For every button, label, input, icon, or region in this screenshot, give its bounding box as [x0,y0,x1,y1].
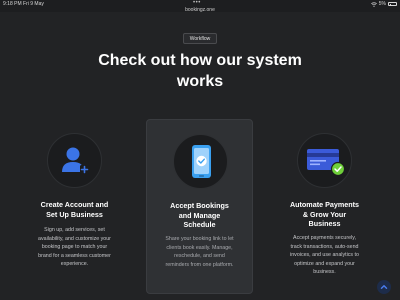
card-title-line: Accept Bookings [170,201,229,210]
user-add-icon [62,147,89,174]
card-title-line: Schedule [183,220,216,229]
battery-icon [388,2,397,6]
card-desc-line: Sign up, add services, set [44,227,105,233]
card-desc-line: track transactions, auto-send [290,243,359,250]
card-title: Accept Bookings and Manage Schedule [151,201,248,230]
wifi-icon [370,1,377,7]
card-desc-line: invoices, and use analytics to [290,252,359,259]
card-desc-line: experience. [60,261,89,268]
card-desc-line: optimize and expand your [294,260,355,267]
card-description: Accept payments securely, track transact… [277,234,372,277]
address-bar-url[interactable]: bookingz.one [0,7,400,13]
chevron-up-icon [380,285,388,289]
section-headline: Check out how our system works [90,50,310,92]
card-title: Automate Payments & Grow Your Business [275,200,374,229]
tab-overflow-dots-icon[interactable]: ••• [193,0,201,6]
card-desc-line: business. [313,269,336,276]
card-desc-line: reminders from one platform. [165,261,234,268]
card-desc-line: booking page to match your [41,244,108,251]
card-desc-line: brand for a seamless customer [38,252,111,259]
card-desc-line: clients book easily. Manage, [166,244,233,251]
scroll-to-top-button[interactable] [377,280,391,294]
card-desc-line: availability, and customize your [38,235,111,242]
card-title-line: Business [308,219,341,228]
card-title-line: Automate Payments [289,200,360,209]
step-card-accept-bookings: Accept Bookings and Manage Schedule Shar… [146,119,253,294]
step-card-automate-payments: Automate Payments & Grow Your Business A… [271,119,378,294]
credit-card-check-icon [307,149,346,177]
step-card-create-account: Create Account and Set Up Business Sign … [21,119,128,294]
phone-check-icon [192,145,211,178]
card-desc-line: Accept payments securely, [293,235,356,241]
headline-line-2: works [176,73,224,90]
card-title-line: Set Up Business [46,209,103,219]
battery-percent: 5% [378,1,386,7]
card-description: Sign up, add services, set availability,… [27,226,122,269]
card-desc-line: reschedule, and send [174,253,225,260]
card-desc-line: Share your booking link to let [165,236,234,242]
status-indicators: 5% [370,1,397,7]
browser-status-bar: 9:18 PM Fri 9 May ••• bookingz.one 5% [0,0,400,13]
card-title-line: & Grow Your [302,209,347,219]
card-description: Share your booking link to let clients b… [153,235,246,269]
icon-circle [173,134,228,189]
card-title-line: Create Account and [40,200,109,209]
icon-circle [47,133,102,188]
headline-line-1: Check out how our system [98,52,302,69]
icon-circle [297,133,352,188]
card-title: Create Account and Set Up Business [25,200,124,219]
workflow-badge: Workflow [183,33,217,44]
card-title-line: and Manage [178,210,221,220]
